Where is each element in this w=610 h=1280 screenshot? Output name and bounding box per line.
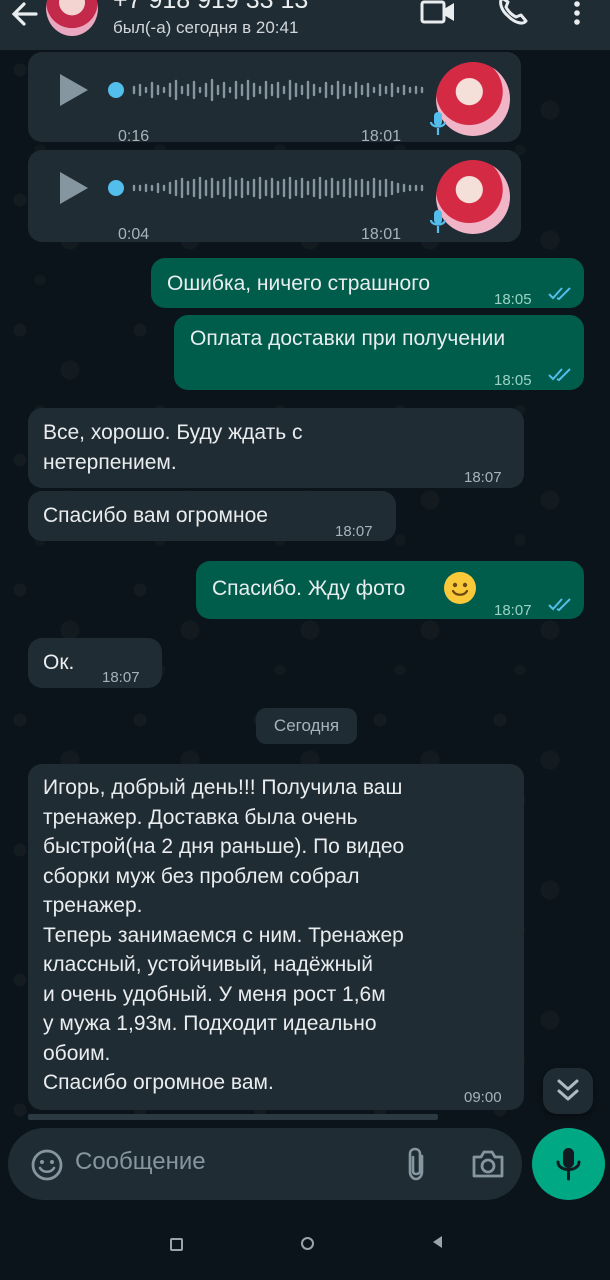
phone-icon[interactable] (497, 0, 529, 26)
contact-status: был(-а) сегодня в 20:41 (113, 18, 299, 37)
message-time: 18:07 (464, 469, 502, 486)
message-time: 18:01 (361, 226, 402, 243)
back-arrow-icon[interactable] (8, 0, 42, 34)
voice-duration: 0:04 (118, 226, 150, 243)
message-time: 18:05 (494, 372, 532, 389)
playback-position-dot[interactable] (108, 82, 124, 98)
incoming-message[interactable]: Ок. 18:07 (28, 638, 162, 688)
more-icon[interactable] (572, 0, 582, 28)
mic-icon (556, 1148, 581, 1181)
message-input-bar: Сообщение (8, 1128, 522, 1200)
voice-record-button[interactable] (532, 1128, 605, 1200)
voice-duration: 0:16 (118, 128, 150, 145)
incoming-message[interactable]: Все, хорошо. Буду ждать с нетерпением. 1… (28, 408, 524, 488)
waveform[interactable] (130, 76, 430, 104)
next-message-peek (28, 1114, 438, 1120)
message-line: и очень удобный. У меня рост 1,6м (43, 982, 386, 1006)
message-time: 18:07 (335, 523, 373, 540)
video-call-icon[interactable] (420, 0, 456, 26)
playback-position-dot[interactable] (108, 180, 124, 196)
contact-avatar[interactable] (46, 0, 98, 36)
waveform[interactable] (130, 174, 430, 202)
mic-icon (429, 210, 447, 233)
message-time: 18:05 (494, 291, 532, 308)
chevron-double-down-icon (557, 1079, 579, 1101)
message-text: Спасибо вам огромное (43, 504, 268, 527)
smiley-emoji (444, 572, 476, 604)
date-divider: Сегодня (256, 708, 357, 744)
message-text: Ок. (43, 651, 75, 674)
message-line: обоим. (43, 1041, 111, 1065)
contact-name[interactable]: +7 918 919 33 13 (113, 0, 308, 15)
message-line: тренажер. (43, 894, 143, 917)
camera-icon[interactable] (470, 1148, 506, 1180)
scroll-to-bottom-button[interactable] (543, 1068, 593, 1114)
voice-message: 0:16 18:01 (28, 52, 521, 145)
message-text: Ошибка, ничего страшного (167, 272, 431, 295)
message-line: Игорь, добрый день!!! Получила ваш (43, 776, 403, 799)
attach-icon[interactable] (406, 1146, 428, 1182)
message-line: сборки муж без проблем собрал (43, 864, 360, 888)
message-time: 18:07 (102, 669, 140, 686)
message-text: Спасибо. Жду фото (212, 577, 406, 600)
message-body: Игорь, добрый день!!! Получила ваш трена… (43, 773, 404, 1098)
message-line: тренажер. Доставка была очень (43, 805, 358, 829)
back-button[interactable] (433, 1236, 442, 1248)
message-line: Теперь занимаемся с ним. Тренажер (43, 923, 404, 947)
system-navigation-bar (0, 1210, 610, 1280)
message-line: классный, устойчивый, надёжный (43, 953, 374, 976)
message-time: 09:00 (464, 1089, 502, 1106)
read-ticks-icon (548, 598, 571, 612)
message-time: 18:07 (494, 602, 532, 619)
message-line: Все, хорошо. Буду ждать с (43, 421, 303, 444)
read-ticks-icon (548, 368, 571, 382)
play-icon[interactable] (60, 172, 88, 204)
home-button[interactable] (301, 1237, 314, 1250)
incoming-message[interactable]: Спасибо вам огромное 18:07 (28, 491, 396, 541)
chat-header: +7 918 919 33 13 был(-а) сегодня в 20:41 (0, 0, 610, 50)
outgoing-message[interactable]: Ошибка, ничего страшного 18:05 (151, 258, 584, 308)
voice-message: 0:04 18:01 (28, 150, 521, 243)
message-text: Оплата доставки при получении (190, 327, 506, 350)
play-icon[interactable] (60, 74, 88, 106)
message-time: 18:01 (361, 128, 402, 145)
mic-icon (429, 112, 447, 135)
smiley-face-icon (451, 582, 469, 596)
read-ticks-icon (548, 287, 571, 301)
message-line: Спасибо огромное вам. (43, 1071, 274, 1094)
message-input[interactable]: Сообщение (75, 1148, 206, 1176)
emoji-icon[interactable] (30, 1148, 64, 1182)
recent-apps-button[interactable] (170, 1238, 183, 1251)
outgoing-message[interactable]: Спасибо. Жду фото 18:07 (196, 561, 584, 619)
incoming-message[interactable]: Игорь, добрый день!!! Получила ваш трена… (28, 764, 524, 1110)
message-line: нетерпением. (43, 451, 177, 474)
message-line: быстрой(на 2 дня раньше). По видео (43, 835, 405, 858)
outgoing-message[interactable]: Оплата доставки при получении 18:05 (174, 315, 584, 390)
message-line: у мужа 1,93м. Подходит идеально (43, 1012, 377, 1035)
